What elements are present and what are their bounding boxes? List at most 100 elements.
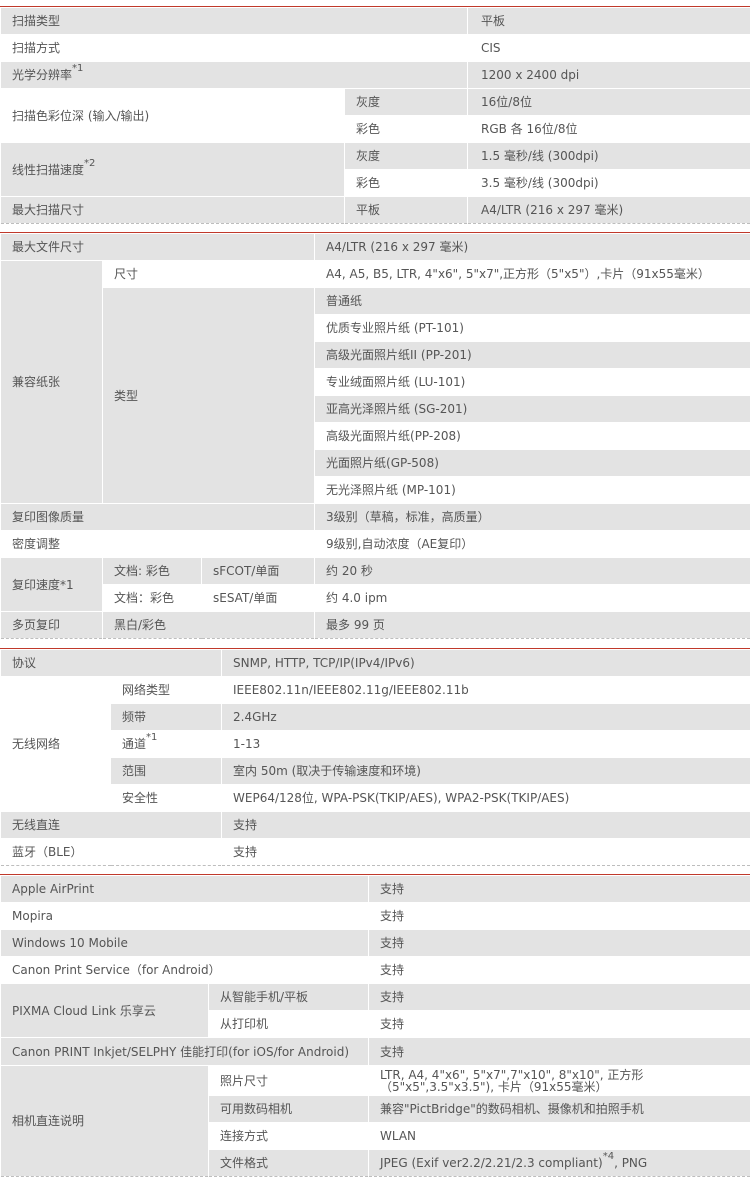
paper-size-label: 尺寸 (101, 260, 316, 288)
table-row: 光学分辨率*1 1200 x 2400 dpi (0, 61, 750, 89)
footnote-marker: *2 (84, 157, 96, 169)
line-scan-gray-value: 1.5 毫秒/线 (300dpi) (467, 142, 750, 170)
table-row: Windows 10 Mobile 支持 (0, 929, 750, 957)
band-value: 2.4GHz (221, 703, 750, 731)
copy-spec-section: 最大文件尺寸 A4/LTR (216 x 297 毫米) 兼容纸张 尺寸 A4,… (0, 233, 750, 639)
table-row: 扫描方式 CIS (0, 34, 750, 62)
connection-method-value: WLAN (368, 1122, 750, 1150)
color-depth-color-value: RGB 各 16位/8位 (467, 115, 750, 143)
cloud-from-phone-value: 支持 (368, 983, 750, 1011)
copy-speed-doc: 文档: 彩色 (102, 557, 202, 585)
color-depth-color-label: 彩色 (343, 115, 469, 143)
max-scan-size-sub: 平板 (343, 196, 469, 224)
color-depth-gray-label: 灰度 (343, 88, 469, 116)
paper-type-item: 高级光面照片纸(PP-208) (314, 422, 750, 450)
footnote-marker: *1 (72, 63, 84, 74)
table-row: 线性扫描速度*2 灰度 1.5 毫秒/线 (300dpi) (0, 142, 750, 197)
footnote-marker: *1 (146, 732, 158, 743)
paper-type-item: 无光泽照片纸 (MP-101) (314, 476, 750, 504)
protocol-label: 协议 (0, 649, 223, 677)
multi-page-copy-value: 最多 99 页 (314, 611, 750, 639)
cloud-from-printer-label: 从打印机 (208, 1010, 369, 1038)
band-label: 频带 (109, 703, 223, 731)
airprint-value: 支持 (368, 875, 750, 903)
scan-spec-section: 扫描类型 平板 扫描方式 CIS 光学分辨率*1 1200 x 2400 dpi… (0, 7, 750, 224)
copy-speed-label: 复印速度*1 (0, 557, 103, 612)
canon-print-service-label: Canon Print Service（for Android） (0, 956, 369, 984)
line-scan-speed-text: 线性扫描速度 (12, 162, 85, 177)
multi-page-copy-sub: 黑白/彩色 (101, 611, 316, 639)
protocol-value: SNMP, HTTP, TCP/IP(IPv4/IPv6) (221, 649, 750, 677)
table-row: Mopira 支持 (0, 902, 750, 930)
file-format-tail: , PNG (614, 1156, 648, 1170)
canon-print-inkjet-label: Canon PRINT Inkjet/SELPHY 佳能打印(for iOS/f… (0, 1037, 369, 1066)
security-label: 安全性 (109, 784, 223, 812)
network-type-label: 网络类型 (109, 676, 223, 704)
scan-method-value: CIS (467, 34, 750, 62)
file-format-label: 文件格式 (208, 1149, 369, 1177)
color-depth-gray-value: 16位/8位 (467, 88, 750, 116)
windows10-mobile-label: Windows 10 Mobile (0, 929, 369, 957)
table-row: 密度调整 9级别,自动浓度（AE复印） (0, 530, 750, 558)
scan-spec-table: 扫描类型 平板 扫描方式 CIS 光学分辨率*1 1200 x 2400 dpi… (0, 7, 750, 224)
security-value: WEP64/128位, WPA-PSK(TKIP/AES), WPA2-PSK(… (221, 784, 750, 812)
compatible-camera-value: 兼容"PictBridge"的数码相机、摄像机和拍照手机 (368, 1095, 750, 1123)
table-row: 无线网络 网络类型 IEEE802.11n/IEEE802.11g/IEEE80… (0, 676, 750, 812)
table-row: 类型 普通纸 (1, 287, 750, 504)
table-row: 兼容纸张 尺寸 A4, A5, B5, LTR, 4"x6", 5"x7",正方… (0, 260, 750, 504)
table-row: 文档：彩色 sESAT/单面 约 4.0 ipm (1, 584, 750, 612)
table-row: 扫描类型 平板 (0, 7, 750, 35)
optical-resolution-value: 1200 x 2400 dpi (467, 61, 750, 89)
color-depth-label: 扫描色彩位深 (输入/输出) (0, 88, 345, 143)
table-row: 复印速度*1 文档: 彩色 sFCOT/单面 约 20 秒 (0, 557, 750, 612)
range-value: 室内 50m (取决于传输速度和环境) (221, 757, 750, 785)
copy-quality-value: 3级别（草稿，标准，高质量） (314, 503, 750, 531)
table-row: 频带 2.4GHz (1, 703, 750, 731)
channel-label: 通道*1 (109, 730, 223, 758)
table-row: 通道*1 1-13 (1, 730, 750, 758)
multi-page-copy-label: 多页复印 (0, 611, 103, 639)
table-row: 安全性 WEP64/128位, WPA-PSK(TKIP/AES), WPA2-… (1, 784, 750, 812)
file-format-text: JPEG (Exif ver2.2/2.21/2.3 compliant) (380, 1156, 603, 1170)
footnote-marker: *4 (602, 1151, 615, 1162)
paper-type-item: 亚高光泽照片纸 (SG-201) (314, 395, 750, 423)
table-row: Canon PRINT Inkjet/SELPHY 佳能打印(for iOS/f… (0, 1037, 750, 1066)
copy-speed-mode: sFCOT/单面 (200, 557, 316, 585)
line-scan-gray-label: 灰度 (343, 142, 469, 170)
mobile-spec-section: Apple AirPrint 支持 Mopira 支持 Windows 10 M… (0, 875, 750, 1177)
cloud-from-phone-label: 从智能手机/平板 (208, 983, 369, 1011)
network-type-value: IEEE802.11n/IEEE802.11g/IEEE802.11b (221, 676, 750, 704)
paper-type-item: 优质专业照片纸 (PT-101) (314, 314, 750, 342)
copy-speed-value: 约 4.0 ipm (314, 584, 750, 612)
optical-resolution-text: 光学分辨率 (12, 68, 73, 82)
canon-print-service-value: 支持 (368, 956, 750, 984)
connection-method-label: 连接方式 (208, 1122, 369, 1150)
max-document-size-value: A4/LTR (216 x 297 毫米) (314, 233, 750, 261)
table-row: PIXMA Cloud Link 乐享云 从智能手机/平板 支持 (0, 983, 750, 1038)
table-row: 扫描色彩位深 (输入/输出) 灰度 16位/8位 (0, 88, 750, 143)
range-label: 范围 (109, 757, 223, 785)
wireless-direct-value: 支持 (221, 811, 750, 839)
table-row: 多页复印 黑白/彩色 最多 99 页 (0, 611, 750, 639)
network-spec-table: 协议 SNMP, HTTP, TCP/IP(IPv4/IPv6) 无线网络 网络… (0, 649, 750, 866)
mobile-spec-table: Apple AirPrint 支持 Mopira 支持 Windows 10 M… (0, 875, 750, 1177)
table-row: 范围 室内 50m (取决于传输速度和环境) (1, 757, 750, 785)
cloud-from-printer-value: 支持 (368, 1010, 750, 1038)
table-row: 复印图像质量 3级别（草稿，标准，高质量） (0, 503, 750, 531)
file-format-value: JPEG (Exif ver2.2/2.21/2.3 compliant)*4,… (368, 1149, 750, 1177)
copy-spec-table: 最大文件尺寸 A4/LTR (216 x 297 毫米) 兼容纸张 尺寸 A4,… (0, 233, 750, 639)
canon-print-inkjet-value: 支持 (368, 1037, 750, 1066)
network-spec-section: 协议 SNMP, HTTP, TCP/IP(IPv4/IPv6) 无线网络 网络… (0, 649, 750, 866)
compatible-camera-label: 可用数码相机 (208, 1095, 369, 1123)
camera-direct-label: 相机直连说明 (0, 1065, 209, 1177)
scan-method-label: 扫描方式 (0, 34, 469, 62)
paper-type-item: 高级光面照片纸II (PP-201) (314, 341, 750, 369)
paper-size-value: A4, A5, B5, LTR, 4"x6", 5"x7",正方形（5"x5"）… (314, 260, 750, 288)
windows10-mobile-value: 支持 (368, 929, 750, 957)
copy-speed-doc: 文档：彩色 (102, 584, 202, 612)
max-scan-size-value: A4/LTR (216 x 297 毫米) (467, 196, 750, 224)
line-scan-color-label: 彩色 (343, 169, 469, 197)
scan-type-label: 扫描类型 (0, 7, 469, 35)
channel-value: 1-13 (221, 730, 750, 758)
table-row: 相机直连说明 照片尺寸 LTR, A4, 4"x6", 5"x7",7"x10"… (0, 1065, 750, 1177)
